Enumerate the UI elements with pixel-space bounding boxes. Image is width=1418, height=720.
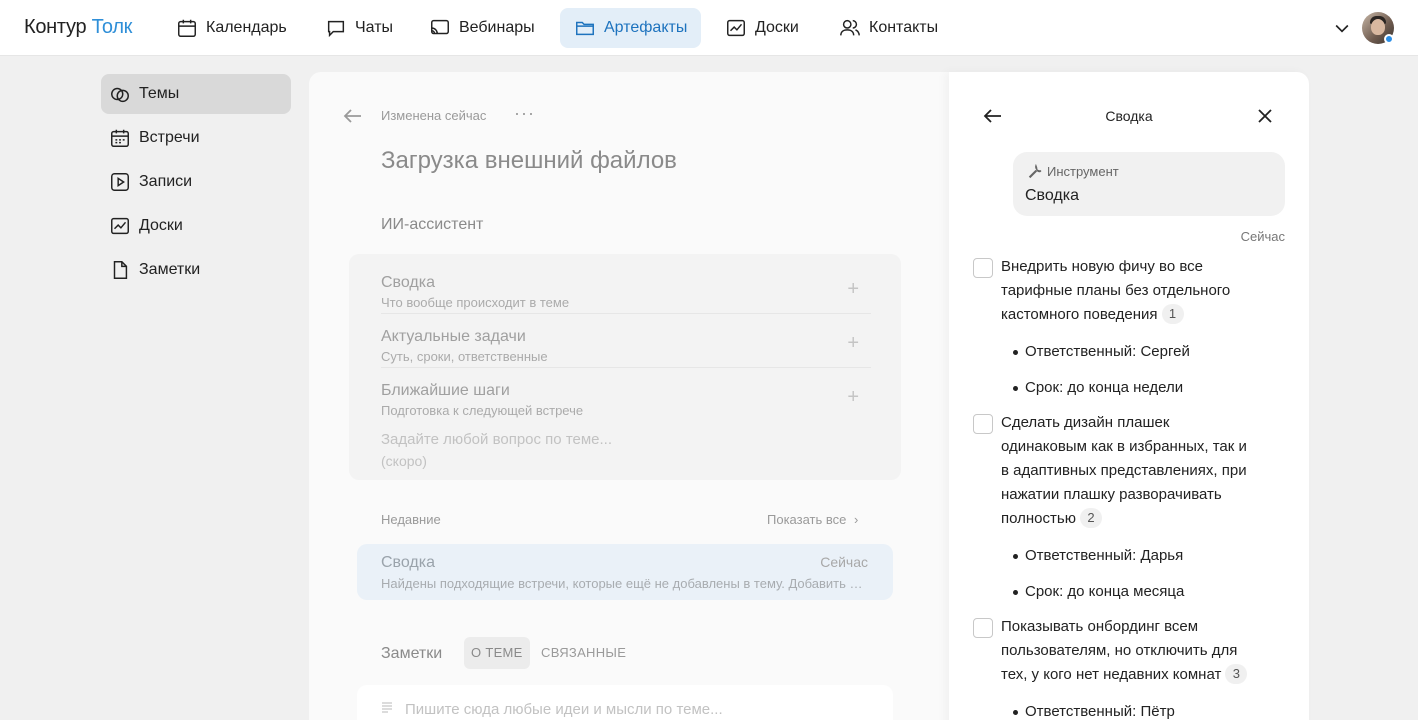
sidebar-item-meetings[interactable]: Встречи [101, 118, 291, 158]
app-logo[interactable]: Контур Толк [24, 16, 132, 39]
wrench-icon [1028, 164, 1042, 179]
recordings-icon [111, 173, 129, 191]
recent-card-title: Сводка [381, 554, 436, 571]
ai-item-next-steps[interactable]: Ближайшие шаги Подготовка к следующей вс… [381, 368, 871, 422]
avatar-face [1371, 19, 1385, 35]
tool-value: Сводка [1025, 187, 1080, 204]
task-badge: 1 [1161, 304, 1184, 324]
task-text: Сделать дизайн плашек одинаковым как в и… [1001, 414, 1247, 527]
sidebar-item-boards[interactable]: Доски [101, 206, 291, 246]
plus-icon[interactable]: + [847, 278, 859, 301]
ai-item-tasks[interactable]: Актуальные задачи Суть, сроки, ответстве… [381, 314, 871, 368]
task-detail: Ответственный: Сергей [1013, 343, 1190, 360]
recent-label: Недавние [381, 512, 441, 527]
nav-webinars-label: Вебинары [459, 19, 535, 36]
sidebar-item-notes[interactable]: Заметки [101, 250, 291, 290]
task-checkbox[interactable] [973, 618, 993, 638]
logo-main: Контур [24, 16, 87, 38]
back-arrow-icon[interactable] [341, 104, 365, 128]
ai-item-title: Сводка [381, 274, 436, 291]
note-icon [113, 261, 128, 279]
sidebar-item-label: Встречи [139, 129, 200, 146]
task-text: Показывать онбординг всем пользователям,… [1001, 618, 1238, 683]
task-detail: Срок: до конца недели [1012, 379, 1184, 396]
recent-summary-card[interactable]: Сводка Сейчас Найдены подходящие встречи… [357, 544, 893, 600]
task-detail: Ответственный: Пётр [1013, 703, 1175, 720]
nav-boards-label: Доски [755, 19, 799, 36]
chat-icon [327, 20, 345, 38]
show-all-label: Показать все [767, 512, 847, 527]
more-options-icon[interactable]: ··· [514, 103, 535, 124]
tool-label: Инструмент [1047, 164, 1119, 179]
task-detail: Срок: до конца месяца [1012, 583, 1185, 600]
sidebar-item-label: Темы [139, 85, 180, 102]
ask-question-input: Задайте любой вопрос по теме... [381, 431, 613, 448]
task-detail: Ответственный: Дарья [1012, 547, 1184, 564]
tab-about-topic[interactable]: О ТЕМЕ [464, 637, 530, 669]
webinar-icon [431, 19, 449, 35]
ask-soon-note: (скоро) [381, 453, 427, 469]
sidebar-item-label: Записи [139, 173, 193, 190]
nav-artifacts[interactable]: Артефакты [560, 8, 702, 48]
task-text: Внедрить новую фичу во все тарифные план… [1001, 258, 1231, 323]
topics-icon [111, 87, 129, 103]
sidebar-item-recordings[interactable]: Записи [101, 162, 291, 202]
task-badge: 3 [1225, 664, 1248, 684]
task-checkbox[interactable] [973, 258, 993, 278]
task-badge: 2 [1079, 508, 1102, 528]
nav-webinars[interactable]: Вебинары [415, 8, 549, 48]
tab-related[interactable]: СВЯЗАННЫЕ [534, 637, 633, 669]
notes-heading: Заметки [381, 645, 443, 662]
plus-icon[interactable]: + [847, 332, 859, 355]
page-title[interactable]: Загрузка внешний файлов [381, 147, 677, 175]
sidebar-item-label: Доски [139, 217, 183, 234]
plus-icon[interactable]: + [847, 386, 859, 409]
top-bar: Контур Толк Календарь Чаты Вебинары Арте… [0, 0, 1418, 56]
nav-calendar-label: Календарь [206, 19, 287, 36]
sidebar-item-label: Заметки [139, 261, 201, 278]
summary-title: Сводка [1105, 108, 1153, 124]
task-checkbox[interactable] [973, 414, 993, 434]
ai-item-summary[interactable]: Сводка Что вообще происходит в теме + [381, 260, 871, 314]
nav-artifacts-label: Артефакты [604, 19, 688, 36]
tool-message-bubble: Инструмент Сводка [1013, 152, 1285, 216]
ai-item-title: Ближайшие шаги [381, 382, 510, 399]
sidebar-item-topics[interactable]: Темы [101, 74, 291, 114]
ai-item-subtitle: Что вообще происходит в теме [381, 295, 570, 310]
back-arrow-icon[interactable] [981, 104, 1005, 128]
online-status-dot [1384, 34, 1394, 44]
calendar-icon [178, 19, 196, 37]
nav-contacts[interactable]: Контакты [825, 8, 952, 48]
notes-placeholder: Пишите сюда любые идеи и мысли по теме..… [405, 701, 723, 718]
recent-card-desc: Найдены подходящие встречи, которые ещё … [381, 576, 869, 591]
contacts-icon [840, 19, 860, 36]
changed-status: Изменена сейчас [381, 108, 487, 123]
meetings-icon [111, 129, 129, 147]
notes-input[interactable]: Пишите сюда любые идеи и мысли по теме..… [357, 685, 893, 720]
ai-item-title: Актуальные задачи [381, 328, 526, 345]
nav-boards[interactable]: Доски [711, 8, 813, 48]
folder-icon [576, 21, 594, 36]
close-icon[interactable] [1253, 104, 1277, 128]
recent-card-time: Сейчас [820, 554, 868, 570]
nav-chats[interactable]: Чаты [311, 8, 407, 48]
ai-assistant-heading: ИИ-ассистент [381, 216, 484, 233]
nav-chats-label: Чаты [355, 19, 394, 36]
message-time: Сейчас [1240, 229, 1285, 244]
chevron-down-icon[interactable] [1332, 18, 1352, 38]
nav-calendar[interactable]: Календарь [162, 8, 301, 48]
ai-item-subtitle: Суть, сроки, ответственные [381, 349, 548, 364]
show-all-link[interactable]: Показать все › [767, 512, 858, 527]
ai-item-subtitle: Подготовка к следующей встрече [381, 403, 584, 418]
board-icon [727, 19, 745, 37]
chevron-right-icon: › [854, 512, 859, 527]
board-icon [111, 217, 129, 235]
nav-contacts-label: Контакты [869, 19, 939, 36]
text-lines-icon [382, 702, 392, 713]
logo-accent: Толк [91, 16, 133, 38]
